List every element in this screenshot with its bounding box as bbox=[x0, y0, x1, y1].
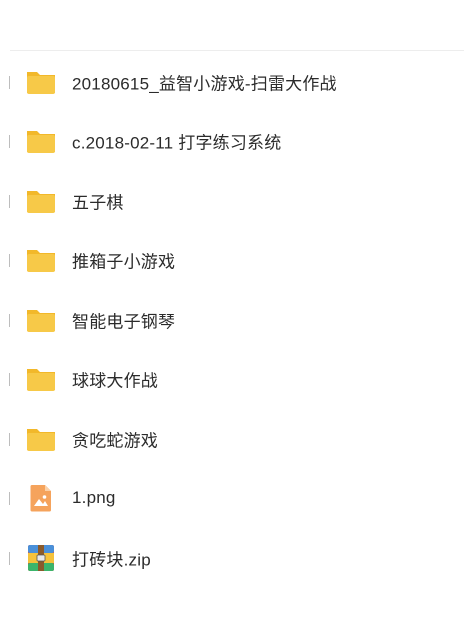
folder-icon bbox=[25, 425, 57, 453]
file-name: 1.png bbox=[72, 488, 116, 508]
list-item-folder[interactable]: c.2018-02-11 打字练习系统 bbox=[0, 112, 474, 172]
list-item-file[interactable]: 打砖块.zip bbox=[0, 528, 474, 588]
list-item-folder[interactable]: 球球大作战 bbox=[0, 350, 474, 410]
row-marker bbox=[9, 194, 10, 208]
file-browser: 20180615_益智小游戏-扫雷大作战 c.2018-02-11 打字练习系统… bbox=[0, 0, 474, 632]
zip-archive-icon bbox=[25, 544, 57, 572]
header-divider bbox=[10, 50, 464, 51]
row-marker bbox=[9, 551, 10, 565]
row-marker bbox=[9, 432, 10, 446]
file-list: 20180615_益智小游戏-扫雷大作战 c.2018-02-11 打字练习系统… bbox=[0, 52, 474, 588]
folder-icon bbox=[25, 187, 57, 215]
list-item-folder[interactable]: 智能电子钢琴 bbox=[0, 290, 474, 350]
row-marker bbox=[9, 373, 10, 387]
list-item-file[interactable]: 1.png bbox=[0, 469, 474, 529]
file-name: 20180615_益智小游戏-扫雷大作战 bbox=[72, 74, 337, 94]
folder-icon bbox=[25, 127, 57, 155]
file-name: 推箱子小游戏 bbox=[72, 252, 176, 272]
file-name: 智能电子钢琴 bbox=[72, 312, 176, 332]
row-marker bbox=[9, 492, 10, 506]
file-name: 贪吃蛇游戏 bbox=[72, 431, 158, 451]
row-marker bbox=[9, 313, 10, 327]
folder-icon bbox=[25, 246, 57, 274]
folder-icon bbox=[25, 365, 57, 393]
image-file-icon bbox=[25, 484, 57, 512]
file-name: c.2018-02-11 打字练习系统 bbox=[72, 133, 282, 153]
row-marker bbox=[9, 135, 10, 149]
file-name: 打砖块.zip bbox=[72, 550, 151, 570]
file-name: 球球大作战 bbox=[72, 371, 158, 391]
row-marker bbox=[9, 254, 10, 268]
folder-icon bbox=[25, 306, 57, 334]
list-item-folder[interactable]: 20180615_益智小游戏-扫雷大作战 bbox=[0, 52, 474, 112]
file-name: 五子棋 bbox=[72, 193, 124, 213]
list-item-folder[interactable]: 五子棋 bbox=[0, 171, 474, 231]
row-marker bbox=[9, 75, 10, 89]
list-item-folder[interactable]: 推箱子小游戏 bbox=[0, 231, 474, 291]
folder-icon bbox=[25, 68, 57, 96]
list-item-folder[interactable]: 贪吃蛇游戏 bbox=[0, 409, 474, 469]
